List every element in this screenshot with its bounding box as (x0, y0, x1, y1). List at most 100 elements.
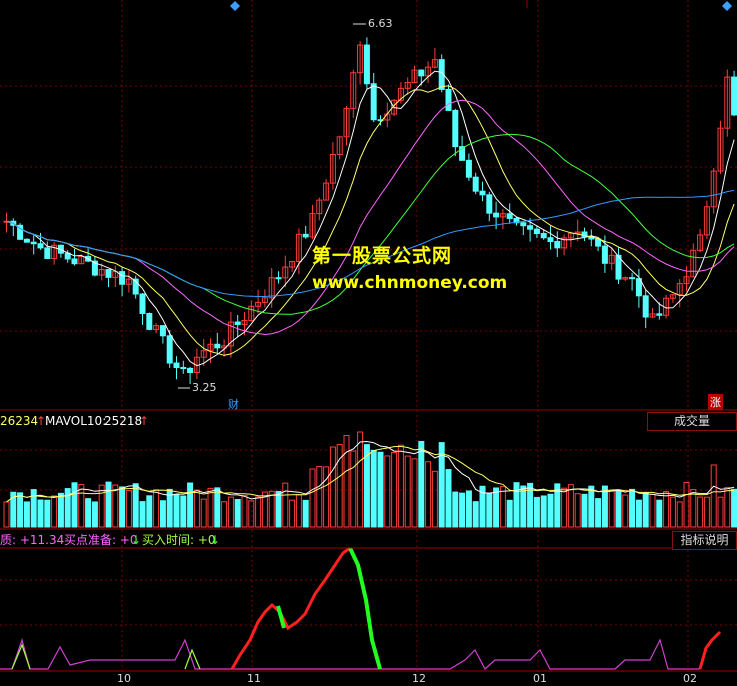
volume-bar (397, 444, 404, 528)
candle-body (105, 269, 112, 278)
indicator-red-line (698, 630, 722, 670)
volume-bar (567, 484, 574, 528)
volume-bar (105, 481, 112, 528)
volume-bar (268, 490, 275, 528)
volume-bar (731, 488, 737, 528)
volume-bar (234, 499, 241, 528)
volume-bar (608, 490, 615, 528)
volume-bar (499, 486, 506, 528)
indicator-help-button[interactable]: 指标说明 (672, 531, 737, 550)
volume-bar (85, 498, 92, 528)
volume-bar (561, 487, 568, 528)
volume-bar (146, 495, 153, 528)
volume-bar (275, 490, 282, 528)
volume-bar (452, 491, 459, 528)
volume-bar (649, 493, 656, 528)
watermark-url: www.chnmoney.com (312, 273, 508, 293)
volume-bar (91, 501, 98, 528)
indicator-red-line (230, 546, 351, 670)
x-tick-02: 02 (683, 672, 697, 685)
ma-line (6, 85, 735, 356)
volume-bar (656, 499, 663, 528)
volume-bar (595, 498, 602, 528)
candle-body (506, 213, 513, 219)
volume-bar (431, 470, 438, 528)
volume-bar (139, 501, 146, 528)
candle-body (275, 277, 282, 280)
volume-bar (316, 465, 323, 528)
volume-bar (71, 482, 78, 528)
volume-bar (3, 501, 10, 528)
candle-body (234, 321, 241, 325)
candle-body (493, 212, 500, 218)
x-tick-11: 11 (247, 672, 261, 685)
volume-bar (23, 501, 30, 528)
volume-bar (200, 498, 207, 528)
candle-body (472, 176, 479, 192)
volume-bar (717, 496, 724, 528)
volume-bar (343, 434, 350, 528)
candle-body (642, 295, 649, 318)
candle-body (418, 69, 425, 77)
volume-bar (540, 495, 547, 528)
volume-bar (710, 464, 717, 528)
volume-bar (669, 496, 676, 528)
volume-bar (357, 431, 364, 528)
zhang-tag[interactable]: 涨 (708, 394, 723, 410)
stock-chart-canvas (0, 0, 737, 672)
candle-body (370, 83, 377, 121)
indicator-item2: 买点准备: +0 (64, 533, 138, 547)
volume-bar (132, 483, 139, 528)
volume-bar (350, 450, 357, 528)
indicator-magenta-line (0, 637, 700, 670)
volume-bar (445, 469, 452, 528)
volume-bar (248, 500, 255, 528)
volume-bar (78, 484, 85, 528)
volume-button[interactable]: 成交量 (647, 412, 737, 431)
x-tick-10: 10 (117, 672, 131, 685)
moving-average-lines (6, 70, 735, 367)
volume-bar (520, 485, 527, 528)
volume-bar (615, 489, 622, 528)
candle-body (139, 293, 146, 315)
cai-tag[interactable]: 财 (228, 396, 239, 412)
candle-body (44, 247, 51, 259)
ma-line (6, 70, 735, 367)
volume-bar (221, 501, 228, 528)
diamond-marker-left (230, 1, 240, 11)
indicator-item1: 质: +11.34 (0, 533, 65, 547)
vol-ma10-arrow: ↑ (139, 414, 150, 428)
volume-bar (635, 499, 642, 528)
volume-bar (377, 451, 384, 528)
candle-body (173, 362, 180, 369)
candle-body (302, 233, 309, 238)
panel-separators (0, 0, 737, 672)
volume-bar (486, 492, 493, 528)
candle-body (187, 367, 194, 373)
volume-bar (418, 440, 425, 528)
volume-bar (302, 499, 309, 528)
volume-bar (574, 493, 581, 528)
volume-bar (724, 487, 731, 528)
volume-bar (227, 496, 234, 528)
volume-bar (404, 455, 411, 528)
volume-bar (690, 489, 697, 528)
candle-body (146, 313, 153, 330)
volume-bar (214, 487, 221, 528)
volume-bar (241, 494, 248, 528)
volume-bar (465, 490, 472, 528)
candle-body (166, 335, 173, 364)
candle-body (159, 325, 166, 337)
volume-bar (663, 491, 670, 528)
candle-body (601, 245, 608, 264)
candle-body (554, 241, 561, 249)
volume-bar (370, 449, 377, 528)
volume-bars (3, 431, 737, 528)
indicator-item3: 买入时间: +0 (142, 533, 216, 547)
volume-bar (295, 494, 302, 528)
candle-body (30, 241, 37, 245)
volume-bar (173, 494, 180, 528)
volume-bar (622, 494, 629, 528)
vol-ma10-label: MAVOL10: (45, 414, 107, 428)
volume-bar (581, 493, 588, 528)
